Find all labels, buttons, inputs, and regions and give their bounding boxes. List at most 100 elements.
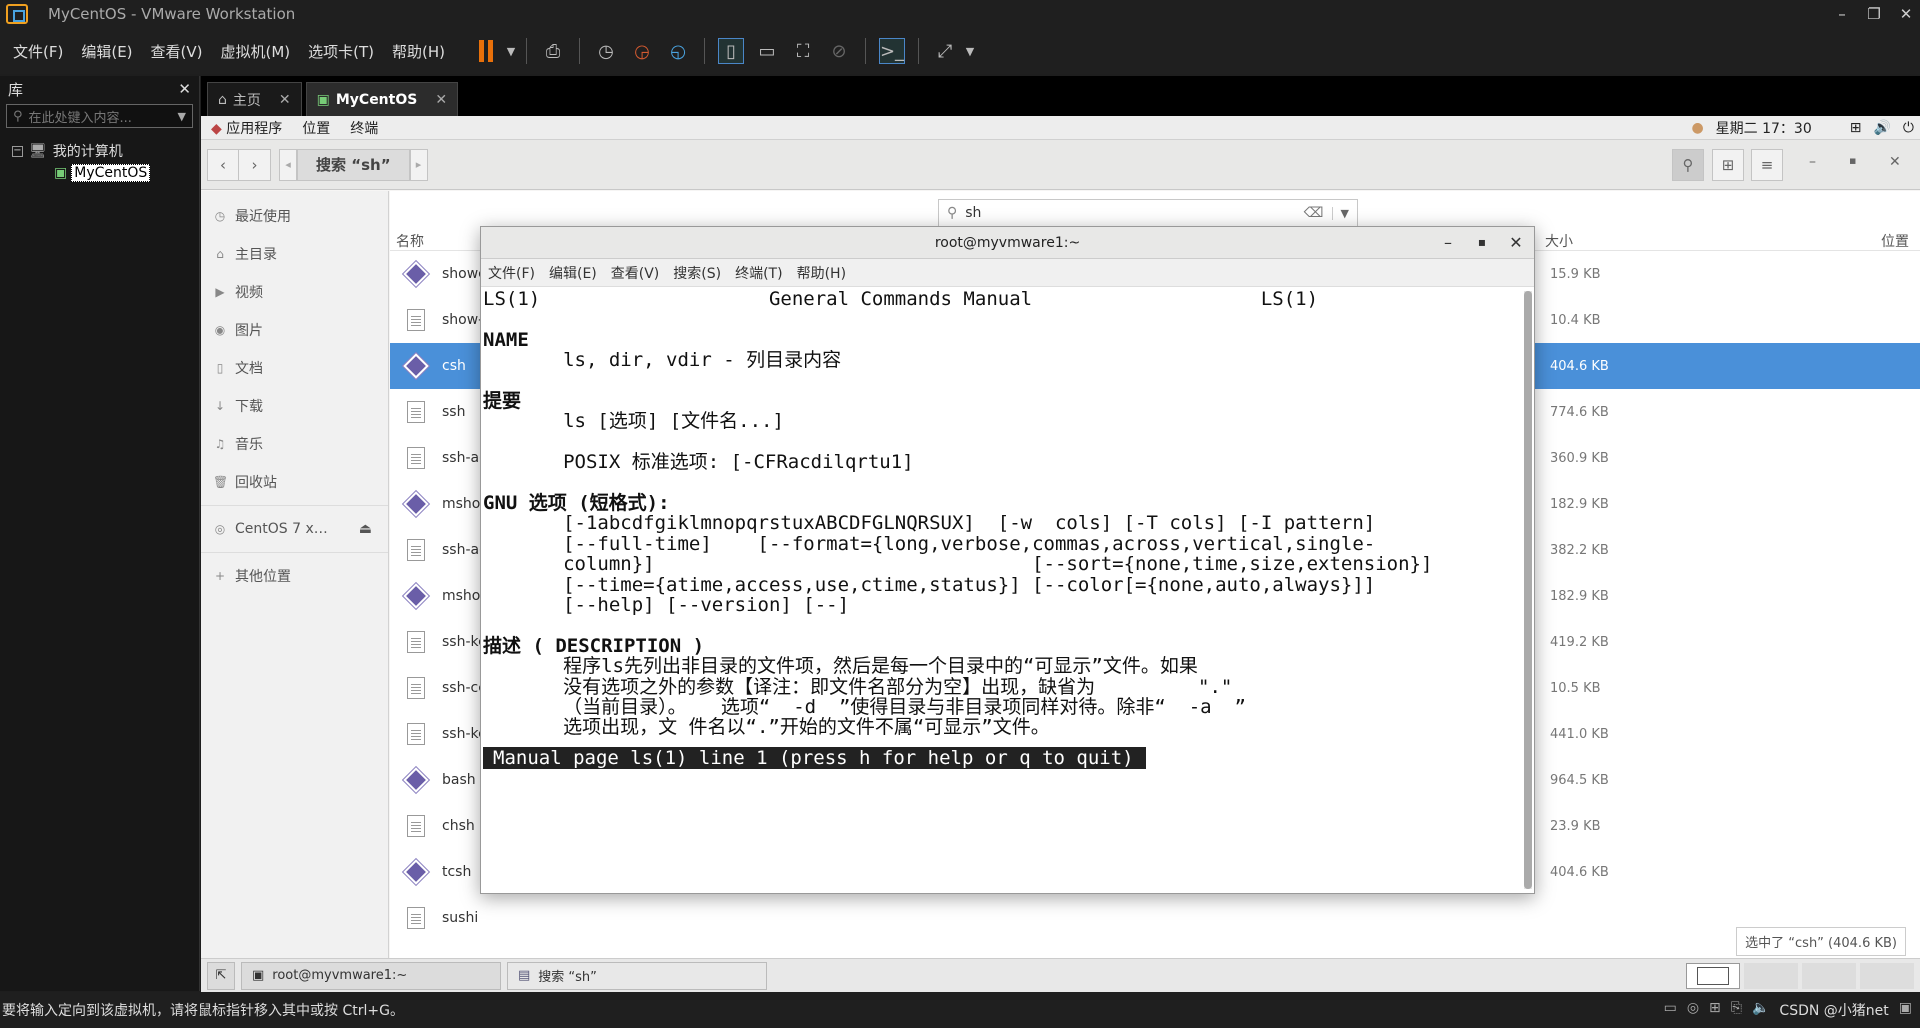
file-row[interactable]: sushi — [390, 895, 1920, 941]
workspace-3[interactable] — [1802, 962, 1856, 989]
search-options-chevron-icon[interactable]: ▼ — [1331, 206, 1357, 220]
clear-icon[interactable]: ⌫ — [1304, 205, 1324, 221]
display-icon[interactable]: ▣ — [1899, 1000, 1912, 1020]
place-trash[interactable]: 🗑 回收站 — [201, 463, 388, 501]
cdrom-icon[interactable]: ◎ — [1687, 1000, 1699, 1020]
tab-home[interactable]: ⌂ 主页 ✕ — [207, 82, 302, 116]
places-menu[interactable]: 位置 — [292, 118, 340, 138]
menu-edit[interactable]: 编辑(E) — [72, 41, 141, 62]
stretch-icon[interactable]: ⤢ — [932, 38, 958, 64]
send-ctrl-alt-del-icon[interactable]: ⎙ — [540, 38, 566, 64]
terminal-window[interactable]: root@myvmware1:~ – ▪ ✕ 文件(F) 编辑(E) 查看(V)… — [480, 226, 1535, 894]
library-close-icon[interactable]: ✕ — [178, 80, 191, 98]
pause-icon[interactable] — [473, 38, 499, 64]
restore-button[interactable]: ❐ — [1856, 0, 1892, 28]
workspace-4[interactable] — [1860, 962, 1914, 989]
terminal-output[interactable]: LS(1) General Commands Manual LS(1) NAME … — [481, 287, 1521, 895]
chevron-down-icon[interactable]: ▼ — [178, 110, 186, 123]
close-button[interactable]: ✕ — [1889, 154, 1901, 170]
terminal-menu[interactable]: 终端 — [340, 118, 388, 138]
place-other[interactable]: + 其他位置 — [201, 557, 388, 595]
back-button[interactable]: ‹ — [207, 148, 239, 181]
term-menu-edit[interactable]: 编辑(E) — [542, 263, 604, 283]
file-size: 10.4 KB — [1550, 312, 1601, 328]
unity-icon[interactable]: ⊘ — [826, 38, 852, 64]
menu-help[interactable]: 帮助(H) — [383, 41, 454, 62]
library-search-input[interactable]: ⚲ 在此处键入内容... ▼ — [6, 104, 193, 128]
text-file-icon — [404, 446, 428, 470]
path-left-arrow[interactable]: ◂ — [279, 148, 297, 181]
minimize-button[interactable]: – — [1824, 0, 1860, 28]
collapse-icon[interactable]: − — [12, 145, 23, 157]
path-right-arrow[interactable]: ▸ — [409, 148, 428, 181]
path-search-button[interactable]: 搜索 “sh” — [297, 148, 410, 181]
library-title: 库 — [8, 80, 24, 99]
forward-button[interactable]: › — [239, 148, 271, 181]
task-files[interactable]: ▤ 搜索 “sh” — [507, 961, 767, 990]
col-name[interactable]: 名称 — [396, 231, 424, 251]
network-icon[interactable]: ⊞ — [1850, 120, 1862, 136]
plus-icon: + — [214, 569, 226, 583]
place-home[interactable]: ⌂ 主目录 — [201, 235, 388, 273]
show-desktop-button[interactable]: ⇱ — [207, 961, 235, 990]
library-view-icon[interactable]: ▯ — [718, 38, 745, 64]
revert-snapshot-icon[interactable]: ◶ — [629, 38, 655, 64]
term-menu-search[interactable]: 搜索(S) — [666, 263, 728, 283]
usb-icon[interactable]: ⎘ — [1731, 1000, 1742, 1020]
snapshot-manager-icon[interactable]: ◵ — [665, 38, 691, 64]
search-toggle-button[interactable]: ⚲ — [1672, 149, 1704, 181]
place-pictures[interactable]: ◉ 图片 — [201, 311, 388, 349]
place-videos[interactable]: ▶ 视频 — [201, 273, 388, 311]
workspace-2[interactable] — [1744, 962, 1798, 989]
place-recent[interactable]: ◷ 最近使用 — [201, 197, 388, 235]
grid-view-button[interactable]: ⊞ — [1712, 149, 1744, 181]
snapshot-icon[interactable]: ◷ — [593, 38, 619, 64]
menu-view[interactable]: 查看(V) — [142, 41, 212, 62]
file-size: 10.5 KB — [1550, 680, 1601, 696]
workspace-1[interactable] — [1686, 962, 1740, 989]
term-menu-view[interactable]: 查看(V) — [604, 263, 667, 283]
avatar-icon[interactable]: ● — [1691, 120, 1703, 136]
document-icon: ▯ — [216, 361, 224, 375]
minimize-button[interactable]: – — [1809, 154, 1816, 170]
maximize-button[interactable]: ▪ — [1472, 235, 1492, 249]
clock[interactable]: 星期二 17：30 — [1716, 118, 1812, 138]
menu-tabs[interactable]: 选项卡(T) — [299, 41, 383, 62]
minimize-button[interactable]: – — [1438, 233, 1458, 252]
network-icon[interactable]: ⊞ — [1709, 1000, 1721, 1020]
col-size[interactable]: 大小 — [1545, 231, 1573, 251]
hdd-icon[interactable]: ▭ — [1664, 1000, 1677, 1020]
fullscreen-icon[interactable]: ⛶ — [790, 38, 816, 64]
menu-vm[interactable]: 虚拟机(M) — [212, 41, 300, 62]
search-input[interactable]: ⚲ sh ⌫ ▼ — [938, 199, 1358, 227]
menu-button[interactable]: ≡ — [1751, 149, 1783, 181]
place-music[interactable]: ♫ 音乐 — [201, 425, 388, 463]
close-button[interactable]: ✕ — [1888, 0, 1920, 28]
console-icon[interactable]: >_ — [879, 38, 906, 64]
apps-menu[interactable]: ◆ 应用程序 — [201, 118, 292, 138]
tree-item-my-computer[interactable]: − 🖥 我的计算机 — [12, 140, 199, 162]
tree-item-vm[interactable]: ▣ MyCentOS — [12, 162, 199, 184]
place-downloads[interactable]: ↓ 下载 — [201, 387, 388, 425]
menu-file[interactable]: 文件(F) — [4, 41, 72, 62]
eject-icon[interactable]: ⏏ — [359, 521, 372, 537]
col-location[interactable]: 位置 — [1881, 231, 1909, 251]
chevron-down-icon[interactable]: ▼ — [504, 38, 518, 64]
term-menu-terminal[interactable]: 终端(T) — [728, 263, 789, 283]
place-cdrom[interactable]: ◎ CentOS 7 x… ⏏ — [201, 510, 388, 548]
power-icon[interactable]: ⏻ — [1903, 120, 1914, 136]
thumbnail-view-icon[interactable]: ▭ — [754, 38, 780, 64]
volume-icon[interactable]: 🔊 — [1873, 120, 1890, 136]
close-icon[interactable]: ✕ — [279, 92, 291, 108]
tab-mycentos[interactable]: ▣ MyCentOS ✕ — [305, 82, 459, 116]
maximize-button[interactable]: ▪ — [1849, 154, 1856, 167]
sound-icon[interactable]: 🔈 — [1752, 1000, 1769, 1020]
chevron-down-icon[interactable]: ▼ — [963, 38, 977, 64]
close-button[interactable]: ✕ — [1506, 233, 1526, 252]
place-documents[interactable]: ▯ 文档 — [201, 349, 388, 387]
task-terminal[interactable]: ▣ root@myvmware1:~ — [241, 961, 501, 990]
term-menu-file[interactable]: 文件(F) — [481, 263, 542, 283]
term-menu-help[interactable]: 帮助(H) — [790, 263, 853, 283]
terminal-scrollbar[interactable] — [1524, 291, 1532, 889]
close-icon[interactable]: ✕ — [435, 92, 447, 108]
